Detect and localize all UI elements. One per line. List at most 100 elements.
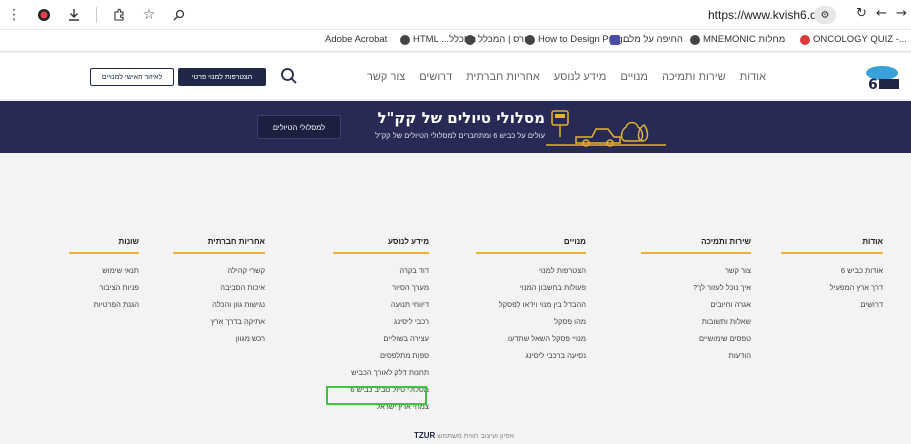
bookmark-course[interactable]: קורס | המכלל bbox=[465, 34, 532, 45]
footer-col-title: מנויים bbox=[563, 237, 586, 246]
nav-service[interactable]: שירות ותמיכה bbox=[662, 71, 726, 83]
bookmark-label: MNEMONIC מחלות bbox=[703, 34, 786, 45]
footer-link[interactable]: איך נוכל לעזור לך? bbox=[641, 279, 751, 296]
site-info-icon[interactable]: ⚙ bbox=[814, 6, 836, 24]
globe-icon bbox=[465, 34, 475, 45]
footer-col-service: שירות ותמיכה צור קשר איך נוכל לעזור לך? … bbox=[641, 237, 751, 364]
forward-icon[interactable]: → bbox=[896, 6, 907, 21]
footer-link[interactable]: אתיקה בדרך ארץ bbox=[173, 313, 265, 330]
footer-link[interactable]: תנאי שימוש bbox=[69, 262, 139, 279]
footer-col-title: שונות bbox=[118, 237, 139, 246]
toolbar-icons: ⋮ ☆ bbox=[6, 5, 187, 25]
footer-link[interactable]: הצטרפות למנוי bbox=[476, 262, 586, 279]
credit-text: אפיון ועיצוב חווית משתמש bbox=[437, 433, 515, 440]
reload-icon[interactable]: ↻ bbox=[856, 6, 867, 21]
kvish6-logo[interactable]: 6 bbox=[862, 63, 902, 91]
search-icon[interactable] bbox=[280, 67, 298, 85]
join-private-button[interactable]: הצטרפות למנוי פרטי bbox=[178, 68, 266, 86]
footer-link[interactable]: הודעות bbox=[641, 347, 751, 364]
nav-traveler-info[interactable]: מידע לנוסע bbox=[554, 71, 607, 83]
footer-link[interactable]: דרך ארץ המפעיל bbox=[781, 279, 883, 296]
footer-col-title: מידע לנוסע bbox=[387, 237, 429, 246]
footer-link[interactable]: רכש מגוון bbox=[173, 330, 265, 347]
bookmark-label: ONCOLOGY QUIZ -... bbox=[813, 34, 907, 45]
footer-link[interactable]: ההבדל בין מנוי וידאו לפסקל bbox=[476, 296, 586, 313]
footer-col-title: אודות bbox=[862, 237, 883, 246]
footer-link[interactable]: דיווחי תנועה bbox=[333, 296, 429, 313]
footer-link[interactable]: מנויי פסקל השאל שתדעו bbox=[476, 330, 586, 347]
footer-link[interactable]: הגנת הפרטיות bbox=[69, 296, 139, 313]
footer-col-underline bbox=[641, 252, 751, 254]
highlight-box bbox=[326, 386, 427, 405]
nav-contact[interactable]: צור קשר bbox=[367, 71, 405, 83]
zoom-icon[interactable] bbox=[171, 7, 187, 23]
bookmarks-bar: Adobe Acrobat HTML ...החכלל קורס | המכלל… bbox=[0, 30, 911, 52]
footer-link[interactable]: מערך הסיור bbox=[333, 279, 429, 296]
footer-col-social: אחריות חברתית קשרי קהילה איכות הסביבה נג… bbox=[173, 237, 265, 347]
banner-subtitle: עולים על כביש 6 ומתחברים למסלולי הטיולים… bbox=[375, 131, 545, 140]
hiking-banner: מסלולי טיולים של קק"ל עולים על כביש 6 ומ… bbox=[0, 101, 911, 153]
footer-col-title: אחריות חברתית bbox=[207, 237, 265, 246]
footer-link[interactable]: רכבי ליסינג bbox=[333, 313, 429, 330]
bookmark-mnemonic[interactable]: MNEMONIC מחלות bbox=[690, 34, 785, 45]
back-icon[interactable]: ← bbox=[876, 6, 887, 21]
bookmark-oncology[interactable]: ONCOLOGY QUIZ -... bbox=[800, 34, 907, 45]
banner-title: מסלולי טיולים של קק"ל bbox=[377, 109, 545, 127]
footer-col-about: אודות אודות כביש 6 דרך ארץ המפעיל דרושים bbox=[781, 237, 883, 313]
record-icon[interactable] bbox=[36, 7, 52, 23]
footer-col-underline bbox=[69, 252, 139, 254]
globe-icon bbox=[525, 34, 535, 45]
bookmark-label: Adobe Acrobat bbox=[325, 34, 388, 45]
footer-link[interactable]: דוד בקרה bbox=[333, 262, 429, 279]
nav-social[interactable]: אחריות חברתית bbox=[466, 71, 540, 83]
bookmark-melem[interactable]: החיפה על מלם bbox=[610, 34, 683, 45]
more-vert-icon[interactable]: ⋮ bbox=[6, 7, 22, 23]
footer-col-underline bbox=[476, 252, 586, 254]
footer-link[interactable]: מהו פסקל bbox=[476, 313, 586, 330]
globe-icon bbox=[690, 34, 700, 45]
footer-link[interactable]: נגישות גוון והכלה bbox=[173, 296, 265, 313]
hiking-routes-button[interactable]: למסלולי הטיולים bbox=[257, 115, 341, 139]
bookmark-icon bbox=[610, 34, 620, 45]
nav-subscribers[interactable]: מנויים bbox=[620, 71, 648, 83]
credit-line: TZUR אפיון ועיצוב חווית משתמש bbox=[414, 431, 514, 440]
footer-link[interactable]: שאלות ותשובות bbox=[641, 313, 751, 330]
nav-jobs[interactable]: דרושים bbox=[419, 71, 452, 83]
footer-col-title: שירות ותמיכה bbox=[701, 237, 751, 246]
personal-area-button[interactable]: לאיזור האישי למנויים bbox=[90, 68, 174, 86]
footer-col-underline bbox=[781, 252, 883, 254]
extensions-icon[interactable] bbox=[111, 7, 127, 23]
footer-link[interactable]: איכות הסביבה bbox=[173, 279, 265, 296]
tzur-logo[interactable]: TZUR bbox=[414, 431, 435, 440]
footer-link[interactable]: תחנות דלק לאורך הכביש bbox=[333, 364, 429, 381]
footer-link[interactable]: נסיעה ברכבי ליסינג bbox=[476, 347, 586, 364]
bookmark-adobe[interactable]: Adobe Acrobat bbox=[325, 34, 387, 45]
footer-col-misc: שונות תנאי שימוש פניות הציבור הגנת הפרטי… bbox=[69, 237, 139, 313]
footer-col-subscribers: מנויים הצטרפות למנוי פעולות בחשבון המנוי… bbox=[476, 237, 586, 364]
main-nav: אודות שירות ותמיכה מנויים מידע לנוסע אחר… bbox=[367, 71, 766, 83]
footer-link[interactable]: אגרה וחיובים bbox=[641, 296, 751, 313]
globe-icon bbox=[400, 34, 410, 45]
footer-link[interactable]: פניות הציבור bbox=[69, 279, 139, 296]
footer-link[interactable]: קשרי קהילה bbox=[173, 262, 265, 279]
browser-toolbar: ⋮ ☆ https://www.kvish6.co.il ⚙ ↻ ← → bbox=[0, 0, 911, 30]
bookmark-label: החיפה על מלם bbox=[623, 34, 683, 45]
site-header: 6 אודות שירות ותמיכה מנויים מידע לנוסע א… bbox=[0, 53, 911, 100]
footer-link[interactable]: עצירה בשוליים bbox=[333, 330, 429, 347]
download-icon[interactable] bbox=[66, 7, 82, 23]
footer-link[interactable]: פעולות בחשבון המנוי bbox=[476, 279, 586, 296]
heart-icon bbox=[800, 34, 810, 45]
footer-link[interactable]: ספות מתלפסים bbox=[333, 347, 429, 364]
footer-link[interactable]: טפסים שימושיים bbox=[641, 330, 751, 347]
footer-link[interactable]: אודות כביש 6 bbox=[781, 262, 883, 279]
footer-link[interactable]: צור קשר bbox=[641, 262, 751, 279]
nav-about[interactable]: אודות bbox=[740, 71, 766, 83]
toolbar-separator bbox=[96, 7, 97, 23]
svg-text:6: 6 bbox=[868, 77, 878, 91]
footer-col-underline bbox=[173, 252, 265, 254]
address-bar-url[interactable]: https://www.kvish6.co.il bbox=[708, 8, 831, 22]
footer-col-underline bbox=[333, 252, 429, 254]
star-icon[interactable]: ☆ bbox=[141, 7, 157, 23]
footer-link[interactable]: דרושים bbox=[781, 296, 883, 313]
car-trees-illustration bbox=[546, 110, 666, 147]
